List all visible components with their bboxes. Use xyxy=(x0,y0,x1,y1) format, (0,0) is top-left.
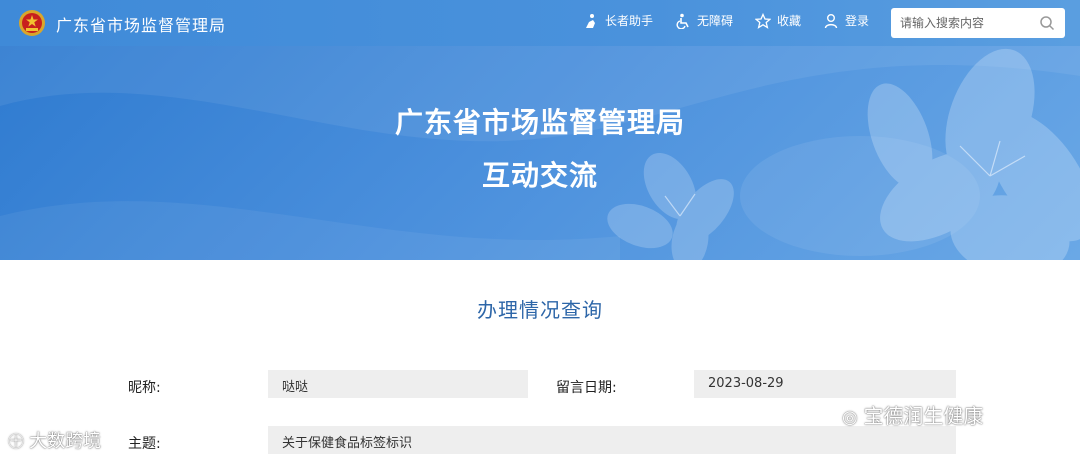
hero-banner: 广东省市场监督管理局 互动交流 xyxy=(0,46,1080,260)
tool-login[interactable]: 登录 xyxy=(823,12,869,29)
header-tools: 长者助手 无障碍 收藏 登录 xyxy=(583,12,869,29)
tool-label: 无障碍 xyxy=(697,14,734,28)
search-box xyxy=(891,8,1065,38)
watermark-logo-icon: ㊉ xyxy=(8,432,30,451)
star-icon xyxy=(755,12,772,29)
section-title: 办理情况查询 xyxy=(477,298,603,322)
site-name[interactable]: 广东省市场监督管理局 xyxy=(56,12,226,36)
watermark-left: ㊉ 大数跨境 xyxy=(8,427,101,453)
subject-label: 主题: xyxy=(128,436,161,452)
top-header: 广东省市场监督管理局 长者助手 无障碍 收藏 登录 请输入搜索内容 xyxy=(0,0,1080,46)
tool-label: 长者助手 xyxy=(605,14,654,28)
tool-favorite[interactable]: 收藏 xyxy=(755,12,801,29)
wechat-icon: ◎ xyxy=(842,407,864,428)
search-icon[interactable] xyxy=(1039,15,1055,31)
elder-assistant-icon xyxy=(586,13,595,28)
user-icon xyxy=(824,13,838,28)
subject-field: 关于保健食品标签标识 xyxy=(268,426,956,454)
tool-label: 登录 xyxy=(845,14,870,28)
watermark-left-text: 大数跨境 xyxy=(29,431,102,452)
nickname-field: 哒哒 xyxy=(268,370,528,398)
search-input[interactable] xyxy=(900,16,1040,30)
tool-elder-assistant[interactable]: 长者助手 xyxy=(583,12,653,29)
national-emblem-icon xyxy=(19,10,45,36)
tool-label: 收藏 xyxy=(777,14,802,28)
watermark-right: ◎ 宝德润生健康 xyxy=(842,400,983,429)
flower-decoration xyxy=(0,46,1080,260)
date-label: 留言日期: xyxy=(556,380,617,396)
date-field: 2023-08-29 xyxy=(694,370,956,398)
nickname-label: 昵称: xyxy=(128,380,161,396)
watermark-right-text: 宝德润生健康 xyxy=(863,404,984,428)
accessibility-icon xyxy=(676,13,689,29)
banner-subtitle: 互动交流 xyxy=(481,159,598,192)
tool-accessibility[interactable]: 无障碍 xyxy=(675,12,733,29)
banner-title: 广东省市场监督管理局 xyxy=(394,106,685,139)
